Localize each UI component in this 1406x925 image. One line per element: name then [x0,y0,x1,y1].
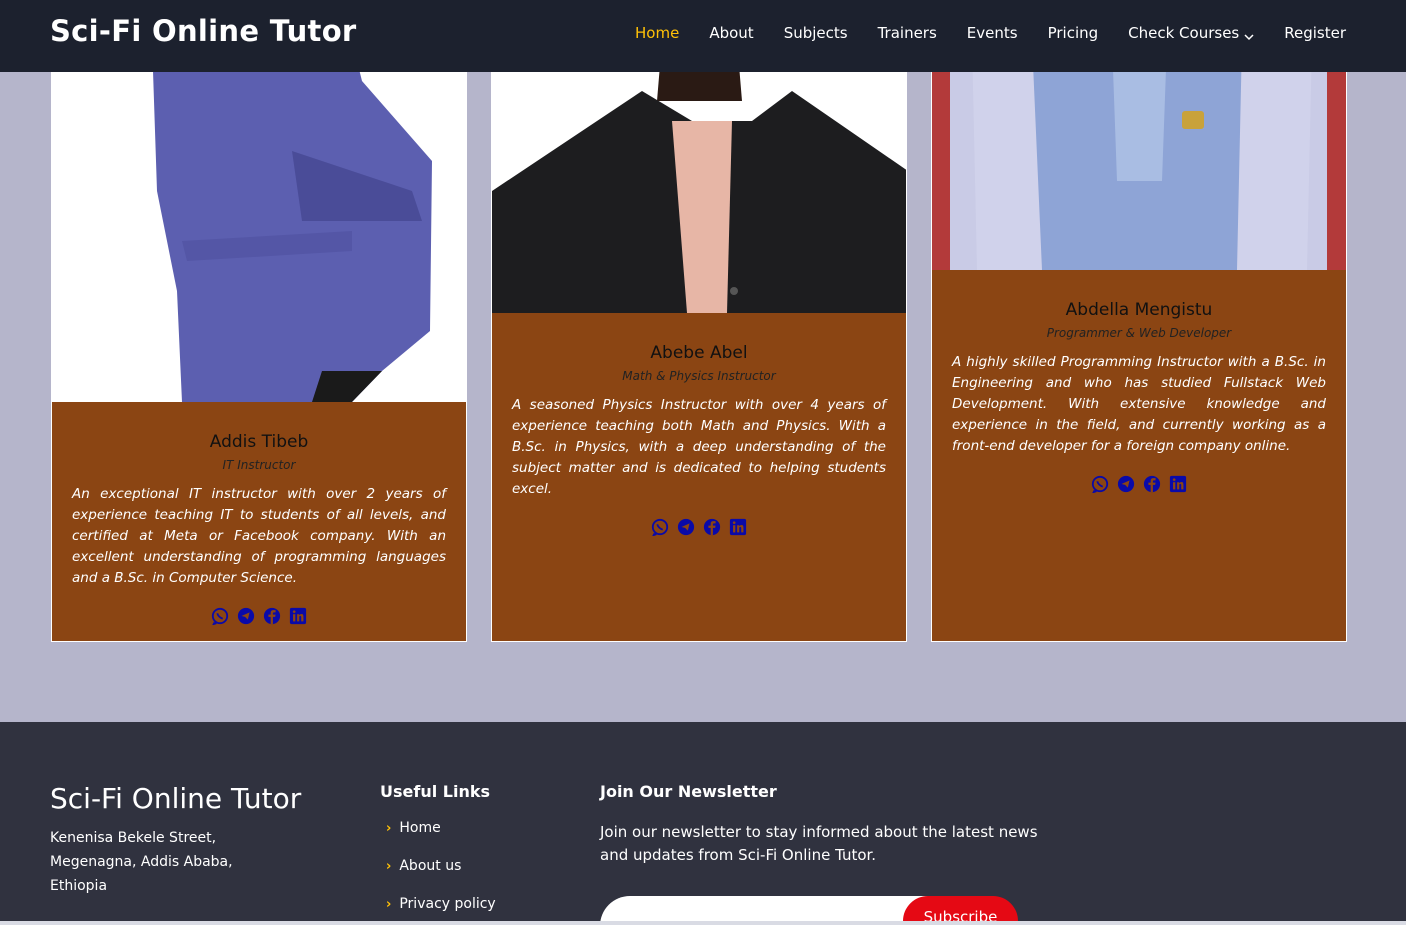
useful-links-list: › Home › About us › Privacy policy [386,820,496,925]
trainer-role: Math & Physics Instructor [622,369,776,383]
chevron-right-icon: › [386,859,392,874]
site-footer: Sci-Fi Online Tutor Kenenisa Bekele Stre… [0,722,1406,925]
nav-trainers[interactable]: Trainers [878,24,937,42]
trainer-name: Abdella Mengistu [1065,300,1213,320]
address-line: Ethiopia [50,878,108,894]
address-line: Kenenisa Bekele Street, [50,830,217,846]
trainer-info: Addis Tibeb IT Instructor An exceptional… [52,432,466,625]
trainer-role: Programmer & Web Developer [1046,326,1232,340]
nav-register[interactable]: Register [1284,24,1346,42]
trainer-bio: An exceptional IT instructor with over 2… [72,486,446,586]
facebook-icon[interactable] [1143,475,1161,493]
whatsapp-icon[interactable] [211,607,229,625]
nav-pricing[interactable]: Pricing [1048,24,1099,42]
trainer-photo [932,41,1346,270]
footer-address: Kenenisa Bekele Street, Megenagna, Addis… [50,826,233,898]
nav-subjects[interactable]: Subjects [784,24,848,42]
trainer-role: IT Instructor [222,458,296,472]
footer-link-home[interactable]: › Home [386,820,496,858]
nav-home[interactable]: Home [635,24,679,42]
trainer-name: Addis Tibeb [209,432,309,452]
trainer-photo [52,41,466,402]
telegram-icon[interactable] [1117,475,1135,493]
nav-events[interactable]: Events [967,24,1018,42]
whatsapp-icon[interactable] [651,518,669,536]
footer-brand: Sci-Fi Online Tutor [50,782,302,815]
trainer-photo [492,41,906,313]
nav-about[interactable]: About [709,24,753,42]
whatsapp-icon[interactable] [1091,475,1109,493]
address-line: Megenagna, Addis Ababa, [50,854,233,870]
useful-links-title: Useful Links [380,782,491,801]
trainer-card: Abdella Mengistu Programmer & Web Develo… [931,40,1347,642]
chevron-right-icon: › [386,897,392,912]
footer-link-label: About us [399,858,462,874]
main-nav: Home About Subjects Trainers Events Pric… [605,24,1346,42]
chevron-right-icon: › [386,821,392,836]
social-links [72,607,446,625]
trainer-card: Abebe Abel Math & Physics Instructor A s… [491,40,907,642]
footer-link-about[interactable]: › About us [386,858,496,896]
nav-check-courses[interactable]: Check Courses [1128,24,1254,42]
footer-link-label: Home [399,820,441,836]
chevron-down-icon [1244,28,1254,41]
trainer-bio: A highly skilled Programming Instructor … [952,354,1326,454]
site-logo[interactable]: Sci-Fi Online Tutor [50,14,357,48]
trainer-info: Abdella Mengistu Programmer & Web Develo… [932,300,1346,493]
page-bottom-edge [0,921,1406,925]
site-header: Sci-Fi Online Tutor Home About Subjects … [0,0,1406,72]
telegram-icon[interactable] [677,518,695,536]
trainer-card: Addis Tibeb IT Instructor An exceptional… [51,40,467,642]
facebook-icon[interactable] [703,518,721,536]
newsletter-title: Join Our Newsletter [600,782,777,801]
linkedin-icon[interactable] [1169,475,1187,493]
linkedin-icon[interactable] [289,607,307,625]
trainer-bio: A seasoned Physics Instructor with over … [512,397,886,497]
newsletter-text: Join our newsletter to stay informed abo… [600,823,1038,864]
social-links [512,518,886,536]
facebook-icon[interactable] [263,607,281,625]
trainer-name: Abebe Abel [650,343,748,363]
telegram-icon[interactable] [237,607,255,625]
footer-link-label: Privacy policy [399,896,496,912]
social-links [952,475,1326,493]
trainer-info: Abebe Abel Math & Physics Instructor A s… [492,343,906,536]
linkedin-icon[interactable] [729,518,747,536]
nav-check-courses-label: Check Courses [1128,24,1240,42]
